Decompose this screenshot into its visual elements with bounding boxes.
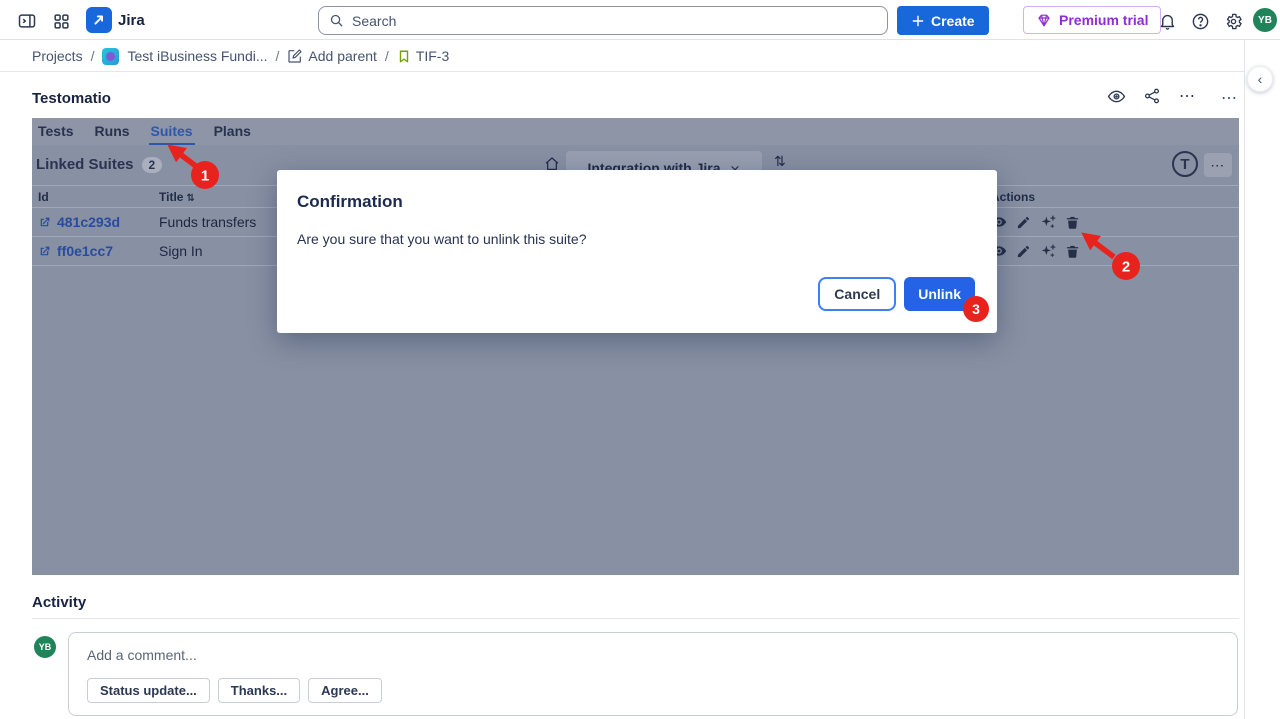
breadcrumb-separator: / — [385, 48, 389, 64]
edit-icon — [287, 48, 303, 64]
quick-reply-agree[interactable]: Agree... — [308, 678, 382, 703]
external-link-icon — [38, 245, 51, 258]
quick-reply-status-update[interactable]: Status update... — [87, 678, 210, 703]
suite-id-link[interactable]: 481c293d — [57, 214, 120, 230]
quick-reply-thanks[interactable]: Thanks... — [218, 678, 300, 703]
activity-heading: Activity — [32, 592, 1239, 614]
widget-toolbar-more-icon[interactable]: ⋯ — [1204, 153, 1232, 177]
widget-tabs: Tests Runs Suites Plans — [32, 118, 1239, 145]
cancel-button[interactable]: Cancel — [818, 277, 896, 311]
confirmation-dialog: Confirmation Are you sure that you want … — [277, 170, 997, 333]
column-header-id[interactable]: Id — [32, 190, 159, 204]
premium-trial-button[interactable]: Premium trial — [1023, 6, 1161, 34]
add-parent-button[interactable]: Add parent — [287, 48, 377, 64]
delete-trash-icon[interactable] — [1065, 244, 1080, 259]
tab-suites[interactable]: Suites — [149, 123, 195, 145]
column-header-actions: Actions — [991, 190, 1239, 204]
sort-icon[interactable]: ⇅ — [774, 154, 786, 170]
user-avatar[interactable]: YB — [1253, 8, 1277, 32]
breadcrumb-projects[interactable]: Projects — [32, 48, 83, 64]
breadcrumb: Projects / Test iBusiness Fundi... / Add… — [32, 40, 449, 72]
tab-plans[interactable]: Plans — [212, 123, 253, 145]
dialog-actions: Cancel Unlink — [818, 277, 975, 311]
activity-divider — [32, 618, 1239, 619]
app-title: Jira — [118, 12, 145, 29]
right-panel-divider — [1244, 40, 1245, 719]
comment-placeholder: Add a comment... — [87, 647, 197, 663]
page: Jira Create Premium trial — [0, 0, 1280, 719]
help-icon[interactable] — [1187, 8, 1213, 34]
notifications-bell-icon[interactable] — [1154, 8, 1180, 34]
dialog-message: Are you sure that you want to unlink thi… — [297, 231, 587, 247]
activity-section: Activity YB Add a comment... Status upda… — [32, 592, 1239, 719]
suites-count-badge: 2 — [142, 157, 163, 173]
comment-box[interactable]: Add a comment... Status update... Thanks… — [68, 632, 1238, 716]
unlink-button[interactable]: Unlink — [904, 277, 975, 311]
gem-icon — [1036, 13, 1052, 28]
edit-pencil-icon[interactable] — [1016, 244, 1031, 259]
ai-sparkles-icon[interactable] — [1040, 243, 1056, 259]
breadcrumb-project[interactable]: Test iBusiness Fundi... — [127, 48, 267, 64]
tab-runs[interactable]: Runs — [93, 123, 132, 145]
quick-replies: Status update... Thanks... Agree... — [87, 678, 382, 703]
delete-trash-icon[interactable] — [1065, 215, 1080, 230]
title-sort-icon: ⇅ — [186, 193, 194, 204]
external-link-icon — [38, 216, 51, 229]
row-actions — [991, 214, 1239, 230]
project-avatar-icon — [102, 48, 119, 65]
comment-avatar: YB — [34, 636, 56, 658]
sidebar-toggle-icon[interactable] — [14, 8, 40, 34]
breadcrumb-separator: / — [276, 48, 280, 64]
row-actions — [991, 243, 1239, 259]
dialog-title: Confirmation — [297, 192, 403, 212]
bookmark-icon — [397, 49, 411, 64]
widget-title-row: Testomatio ⋯ — [32, 90, 1239, 114]
search-bar[interactable] — [318, 6, 888, 35]
breadcrumb-issue[interactable]: TIF-3 — [397, 48, 449, 64]
testomatio-logo: T — [1172, 151, 1198, 177]
tab-tests[interactable]: Tests — [36, 123, 76, 145]
plus-icon — [911, 14, 925, 28]
linked-suites-heading: Linked Suites 2 — [36, 156, 162, 173]
suite-id-link[interactable]: ff0e1cc7 — [57, 243, 113, 259]
widget-more-icon[interactable]: ⋯ — [1221, 88, 1239, 108]
widget-title: Testomatio — [32, 90, 111, 107]
top-navigation-bar: Jira Create Premium trial — [0, 0, 1280, 40]
app-switcher-icon[interactable] — [48, 8, 74, 34]
breadcrumb-separator: / — [91, 48, 95, 64]
create-button[interactable]: Create — [897, 6, 989, 35]
ai-sparkles-icon[interactable] — [1040, 214, 1056, 230]
jira-logo[interactable] — [86, 7, 112, 33]
breadcrumb-row: Projects / Test iBusiness Fundi... / Add… — [0, 40, 1244, 72]
search-icon — [329, 13, 344, 28]
settings-gear-icon[interactable] — [1220, 8, 1246, 34]
search-input[interactable] — [352, 13, 877, 29]
edit-pencil-icon[interactable] — [1016, 215, 1031, 230]
chevron-left-icon: ‹ — [1258, 71, 1263, 87]
collapse-panel-chevron-button[interactable]: ‹ — [1247, 66, 1273, 92]
